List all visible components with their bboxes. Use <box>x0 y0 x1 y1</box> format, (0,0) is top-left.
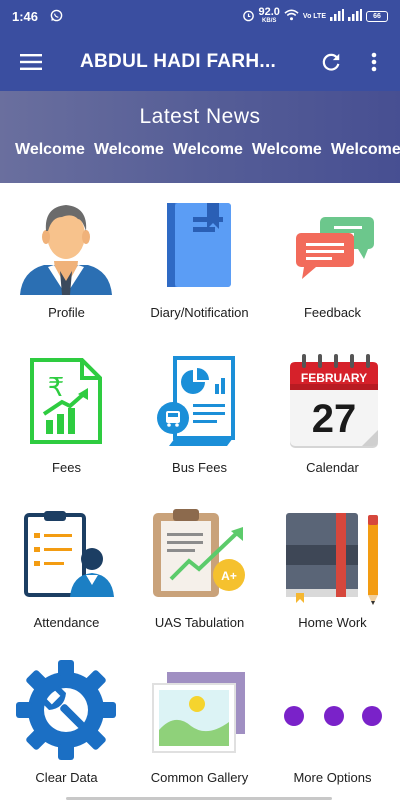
menu-tile-fees[interactable]: ₹ Fees <box>0 338 133 493</box>
menu-label: Diary/Notification <box>150 305 249 320</box>
network-speed: 92.0 KB/S <box>258 5 280 26</box>
menu-tile-calendar[interactable]: FEBRUARY 27 Calendar <box>266 338 399 493</box>
menu-tile-homework[interactable]: Home Work <box>266 493 399 648</box>
bus-fees-icon <box>149 350 249 450</box>
refresh-icon[interactable] <box>308 33 354 91</box>
fees-icon: ₹ <box>16 350 116 450</box>
app-bar: ABDUL HADI FARH... <box>0 33 400 91</box>
status-time: 1:46 <box>12 9 39 24</box>
menu-label: Common Gallery <box>150 770 249 785</box>
menu-label: Feedback <box>303 305 362 320</box>
menu-tile-tabulation[interactable]: A+ UAS Tabulation <box>133 493 266 648</box>
profile-icon <box>16 195 116 295</box>
menu-label: UAS Tabulation <box>154 615 245 630</box>
menu-tile-clear-data[interactable]: Clear Data <box>0 648 133 800</box>
menu-tile-profile[interactable]: Profile <box>0 183 133 338</box>
news-banner: Latest News Welcome Welcome Welcome Welc… <box>0 91 400 183</box>
menu-label: Profile <box>48 305 85 320</box>
battery-icon: 66 <box>366 11 388 22</box>
menu-grid: Profile Diary/Notification Feedback ₹ Fe… <box>0 183 400 800</box>
news-item: Welcome <box>251 141 322 158</box>
news-item: Welcome <box>93 141 164 158</box>
hamburger-menu-icon[interactable] <box>0 33 62 91</box>
menu-label: Home Work <box>298 615 367 630</box>
attendance-icon <box>16 505 116 605</box>
signal-icon <box>330 9 344 24</box>
news-item: Welcome <box>15 141 85 158</box>
menu-label: More Options <box>293 770 372 785</box>
menu-label: Calendar <box>306 460 359 475</box>
wifi-icon <box>284 9 299 24</box>
volte-indicator: Vo LTE <box>302 13 326 20</box>
feedback-icon <box>282 195 382 295</box>
news-title: Latest News <box>139 105 261 128</box>
more-vert-icon[interactable] <box>354 33 394 91</box>
svg-text:₹: ₹ <box>48 373 65 403</box>
more-options-icon <box>282 660 382 760</box>
news-ticker[interactable]: Welcome Welcome Welcome Welcome Welcome <box>15 141 400 159</box>
menu-label: Attendance <box>33 615 100 630</box>
menu-label: Clear Data <box>35 770 98 785</box>
menu-tile-attendance[interactable]: Attendance <box>0 493 133 648</box>
calendar-month: FEBRUARY <box>301 371 367 385</box>
calendar-icon: FEBRUARY 27 <box>282 350 382 450</box>
menu-tile-feedback[interactable]: Feedback <box>266 183 399 338</box>
status-bar: 1:46 92.0 KB/S Vo LTE 66 <box>0 0 400 33</box>
calendar-day: 27 <box>312 397 357 441</box>
whatsapp-icon <box>50 9 63 25</box>
menu-tile-bus-fees[interactable]: Bus Fees <box>133 338 266 493</box>
speed-unit: KB/S <box>262 17 277 24</box>
menu-label: Fees <box>52 460 81 475</box>
battery-level: 66 <box>373 13 381 20</box>
signal-icon-2 <box>348 9 362 24</box>
tabulation-icon: A+ <box>149 505 249 605</box>
app-screen: 1:46 92.0 KB/S Vo LTE 66 ABDUL HADI FARH… <box>0 0 400 800</box>
gallery-icon <box>149 660 249 760</box>
menu-label: Bus Fees <box>172 460 227 475</box>
menu-tile-diary[interactable]: Diary/Notification <box>133 183 266 338</box>
clear-data-icon <box>16 660 116 760</box>
news-item: Welcome <box>330 141 400 158</box>
page-title: ABDUL HADI FARH... <box>80 51 277 72</box>
menu-tile-gallery[interactable]: Common Gallery <box>133 648 266 800</box>
news-item: Welcome <box>172 141 243 158</box>
grade-text: A+ <box>221 569 237 583</box>
alarm-icon <box>242 9 255 25</box>
diary-icon <box>149 195 249 295</box>
menu-tile-more-options[interactable]: More Options <box>266 648 399 800</box>
homework-icon <box>282 505 382 605</box>
speed-value: 92.0 <box>258 5 280 18</box>
